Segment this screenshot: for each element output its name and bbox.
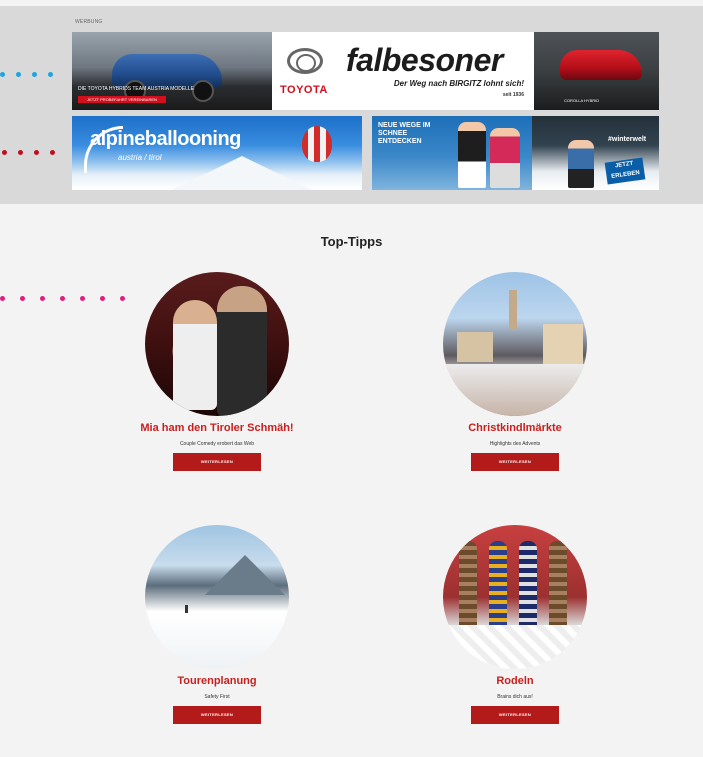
church-tower-icon (509, 290, 517, 330)
dot-icon (48, 72, 53, 77)
snow-ground (443, 364, 587, 416)
read-more-button[interactable]: WEITERLESEN (173, 706, 261, 724)
skier-icon (185, 605, 188, 613)
dealer-block: falbesoner Der Weg nach BIRGITZ lohnt si… (342, 32, 532, 110)
tip-subtitle: Highlights des Advents (489, 441, 541, 447)
house-icon (457, 332, 493, 362)
comedy-couple-image[interactable] (145, 272, 289, 416)
dot-icon (20, 296, 25, 301)
red-dotted-callout (2, 150, 55, 155)
mountain-icon (205, 555, 285, 595)
toyota-emblem-icon (287, 48, 323, 74)
toyota-logo: TOYOTA (272, 32, 342, 110)
dealer-slogan: Der Weg nach BIRGITZ lohnt sich! (393, 79, 524, 88)
alpine-ballooning-banner[interactable]: alpineballooning austria / tirol (72, 116, 362, 190)
tip-card: Rodeln Brains dich aus! WEITERLESEN (415, 525, 615, 724)
house-icon (543, 324, 583, 364)
dot-icon (60, 296, 65, 301)
tip-title[interactable]: Tourenplanung (117, 675, 317, 687)
sled-icon (549, 541, 567, 625)
dot-icon (0, 296, 5, 301)
dot-icon (18, 150, 23, 155)
person-icon (173, 300, 217, 410)
dot-icon (40, 296, 45, 301)
blue-dotted-callout (0, 72, 53, 77)
dot-icon (32, 72, 37, 77)
winter-banner[interactable]: NEUE WEGE IM SCHNEE ENTDECKEN #winterwel… (372, 116, 659, 190)
dot-icon (34, 150, 39, 155)
dot-icon (100, 296, 105, 301)
dot-icon (16, 72, 21, 77)
sled-icon (519, 541, 537, 625)
pink-dotted-callout (0, 296, 125, 301)
mountain-icon (172, 156, 312, 190)
toyota-banner[interactable]: DIE TOYOTA HYBRIDS TEAM AUSTRIA MODELLE … (72, 32, 659, 110)
dot-icon (0, 72, 5, 77)
ice-ground (443, 625, 587, 669)
skier-person-icon (458, 122, 486, 188)
alpine-logo-text: alpineballooning (90, 128, 241, 150)
skier-person-icon (490, 128, 520, 188)
sled-icon (489, 541, 507, 625)
skier-person-icon (568, 140, 594, 188)
toyota-car-image: DIE TOYOTA HYBRIDS TEAM AUSTRIA MODELLE … (72, 32, 272, 110)
tip-card: Mia ham den Tiroler Schmäh! Couple Comed… (117, 272, 317, 471)
dot-icon (80, 296, 85, 301)
tip-card: Tourenplanung Safety First WEITERLESEN (117, 525, 317, 724)
read-more-button[interactable]: WEITERLESEN (471, 706, 559, 724)
dealer-since: seit 1936 (502, 92, 524, 98)
dot-icon (50, 150, 55, 155)
dot-icon (2, 150, 7, 155)
tip-subtitle: Safety First (204, 694, 230, 700)
christmas-market-image[interactable] (443, 272, 587, 416)
alpine-sub-text: austria / tirol (118, 153, 162, 162)
toyota-cta-button[interactable]: JETZT PROBEFAHRT VEREINBAREN (78, 96, 166, 103)
section-title: Top-Tipps (320, 234, 383, 249)
read-more-button[interactable]: WEITERLESEN (173, 453, 261, 471)
winter-headline: NEUE WEGE IM SCHNEE ENTDECKEN (378, 122, 431, 145)
ad-label: WERBUNG (75, 19, 103, 25)
tip-title[interactable]: Mia ham den Tiroler Schmäh! (117, 422, 317, 434)
tip-title[interactable]: Rodeln (415, 675, 615, 687)
toyota-caption: DIE TOYOTA HYBRIDS TEAM AUSTRIA MODELLE (78, 86, 195, 92)
ad-area: WERBUNG DIE TOYOTA HYBRIDS TEAM AUSTRIA … (0, 6, 703, 204)
person-icon (217, 286, 267, 416)
hot-air-balloon-icon (302, 126, 332, 162)
car-icon (560, 50, 642, 80)
ski-tour-image[interactable] (145, 525, 289, 669)
winter-brand: #winterwelt (608, 136, 647, 143)
tip-subtitle: Couple Comedy erobert das Web (179, 441, 255, 447)
tip-title[interactable]: Christkindlmärkte (415, 422, 615, 434)
read-more-button[interactable]: WEITERLESEN (471, 453, 559, 471)
car-right-caption: COROLLA HYBRID (564, 98, 600, 103)
tip-subtitle: Brains dich aus! (497, 694, 533, 700)
red-car-image: COROLLA HYBRID (534, 32, 659, 110)
page: WERBUNG DIE TOYOTA HYBRIDS TEAM AUSTRIA … (0, 0, 703, 757)
sled-icon (459, 541, 477, 625)
sleds-image[interactable] (443, 525, 587, 669)
tip-card: Christkindlmärkte Highlights des Advents… (415, 272, 615, 471)
dealer-name: falbesoner (346, 42, 503, 78)
toyota-wordmark: TOYOTA (280, 84, 328, 96)
